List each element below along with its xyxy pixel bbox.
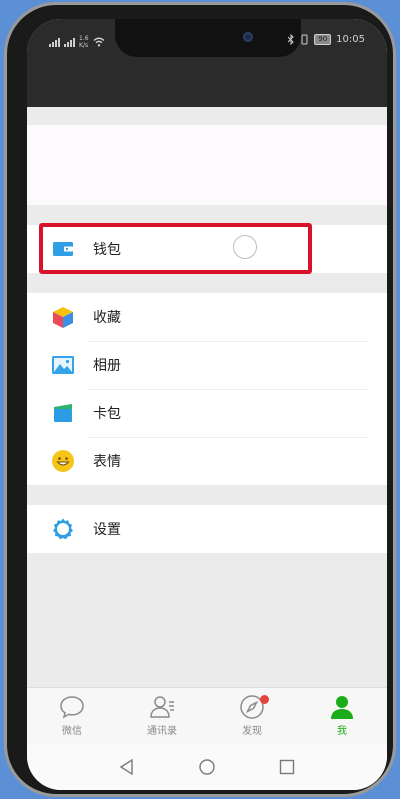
net-speed: 1.6 K/s: [79, 35, 89, 49]
bluetooth-icon: [287, 34, 294, 45]
contacts-icon: [150, 696, 174, 718]
front-camera: [243, 32, 253, 42]
tab-contacts[interactable]: 通讯录: [117, 688, 207, 743]
signal-icon-2: [64, 37, 75, 47]
favorites-cube-icon: [53, 307, 73, 328]
chat-bubble-icon: [60, 696, 84, 719]
tab-label: 我: [337, 726, 347, 737]
vibrate-icon: [301, 34, 308, 45]
menu-item-label: 设置: [93, 522, 121, 538]
album-icon: [52, 356, 74, 374]
home-icon[interactable]: [198, 758, 216, 776]
menu-item-label: 表情: [93, 454, 121, 470]
phone-frame: 1.6 K/s 90 10:05 钱包 收藏 相册 卡包 表情 设置 微信 通讯…: [4, 2, 396, 797]
menu-item-label: 相册: [93, 358, 121, 374]
tab-discover[interactable]: 发现: [207, 688, 297, 743]
highlight-box: [39, 223, 312, 274]
status-time: 10:05: [336, 34, 365, 45]
menu-item-stickers[interactable]: 表情: [27, 437, 387, 485]
wifi-icon: [93, 37, 105, 47]
system-nav-bar: [27, 743, 387, 790]
notification-dot: [260, 695, 269, 704]
notch: [115, 19, 301, 57]
status-left: 1.6 K/s: [49, 35, 105, 49]
smiley-icon: [52, 450, 74, 472]
gear-icon: [53, 518, 73, 540]
menu-item-card-wallet[interactable]: 卡包: [27, 389, 387, 437]
battery-indicator: 90: [314, 34, 332, 45]
top-header: 1.6 K/s 90 10:05: [27, 19, 387, 107]
settings-section: 设置: [27, 505, 387, 553]
tab-label: 通讯录: [147, 726, 177, 737]
tab-chats[interactable]: 微信: [27, 688, 117, 743]
screen: 1.6 K/s 90 10:05 钱包 收藏 相册 卡包 表情 设置 微信 通讯…: [27, 19, 387, 790]
menu-item-settings[interactable]: 设置: [27, 505, 387, 553]
back-icon[interactable]: [118, 758, 136, 776]
person-icon: [331, 696, 353, 719]
tab-label: 微信: [62, 726, 82, 737]
menu-item-album[interactable]: 相册: [27, 341, 387, 389]
tab-label: 发现: [242, 726, 262, 737]
main-section: 收藏 相册 卡包 表情: [27, 293, 387, 485]
signal-icon: [49, 37, 60, 47]
status-right: 90 10:05: [287, 34, 365, 45]
tap-indicator: [233, 235, 257, 259]
bottom-tab-bar: 微信 通讯录 发现 我: [27, 687, 387, 743]
tab-me[interactable]: 我: [297, 688, 387, 743]
recents-icon[interactable]: [278, 758, 296, 776]
profile-area[interactable]: [27, 125, 387, 205]
menu-item-label: 收藏: [93, 310, 121, 326]
menu-item-favorites[interactable]: 收藏: [27, 293, 387, 341]
menu-item-label: 卡包: [93, 406, 121, 422]
card-wallet-icon: [54, 404, 72, 422]
